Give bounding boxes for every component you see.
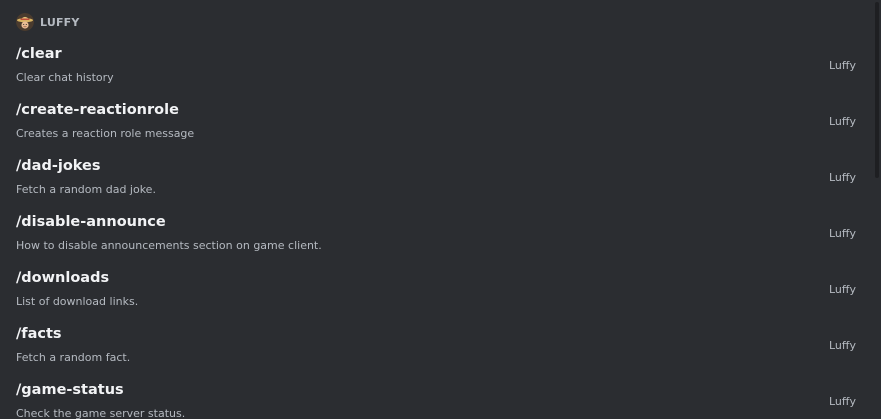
command-description: Clear chat history: [16, 71, 114, 84]
command-source: Luffy: [829, 115, 856, 128]
command-item-disable-announce[interactable]: /disable-announce How to disable announc…: [0, 208, 872, 264]
command-description: Check the game server status.: [16, 407, 186, 419]
scrollbar[interactable]: [875, 0, 879, 419]
command-name: /disable-announce: [16, 214, 166, 230]
command-description: How to disable announcements section on …: [16, 239, 322, 252]
scrollbar-thumb[interactable]: [875, 2, 879, 178]
command-source: Luffy: [829, 171, 856, 184]
command-name: /clear: [16, 46, 62, 62]
command-name: /create-reactionrole: [16, 102, 179, 118]
command-source: Luffy: [829, 59, 856, 72]
command-source: Luffy: [829, 283, 856, 296]
command-name: /facts: [16, 326, 62, 342]
command-description: List of download links.: [16, 295, 139, 308]
command-picker-panel: LUFFY /clear Clear chat history Luffy /c…: [0, 0, 881, 419]
command-item-clear[interactable]: /clear Clear chat history Luffy: [0, 40, 872, 96]
command-description: Fetch a random dad joke.: [16, 183, 156, 196]
command-name: /dad-jokes: [16, 158, 101, 174]
command-description: Creates a reaction role message: [16, 127, 195, 140]
bot-section-header: LUFFY: [16, 13, 80, 31]
command-item-downloads[interactable]: /downloads List of download links. Luffy: [0, 264, 872, 320]
command-item-create-reactionrole[interactable]: /create-reactionrole Creates a reaction …: [0, 96, 872, 152]
command-list: /clear Clear chat history Luffy /create-…: [0, 40, 872, 419]
command-source: Luffy: [829, 339, 856, 352]
command-item-game-status[interactable]: /game-status Check the game server statu…: [0, 376, 872, 419]
command-name: /game-status: [16, 382, 124, 398]
bot-name-label: LUFFY: [40, 15, 80, 29]
command-item-facts[interactable]: /facts Fetch a random fact. Luffy: [0, 320, 872, 376]
command-item-dad-jokes[interactable]: /dad-jokes Fetch a random dad joke. Luff…: [0, 152, 872, 208]
bot-avatar-icon: [16, 13, 34, 31]
command-description: Fetch a random fact.: [16, 351, 131, 364]
command-name: /downloads: [16, 270, 110, 286]
command-source: Luffy: [829, 395, 856, 408]
command-source: Luffy: [829, 227, 856, 240]
